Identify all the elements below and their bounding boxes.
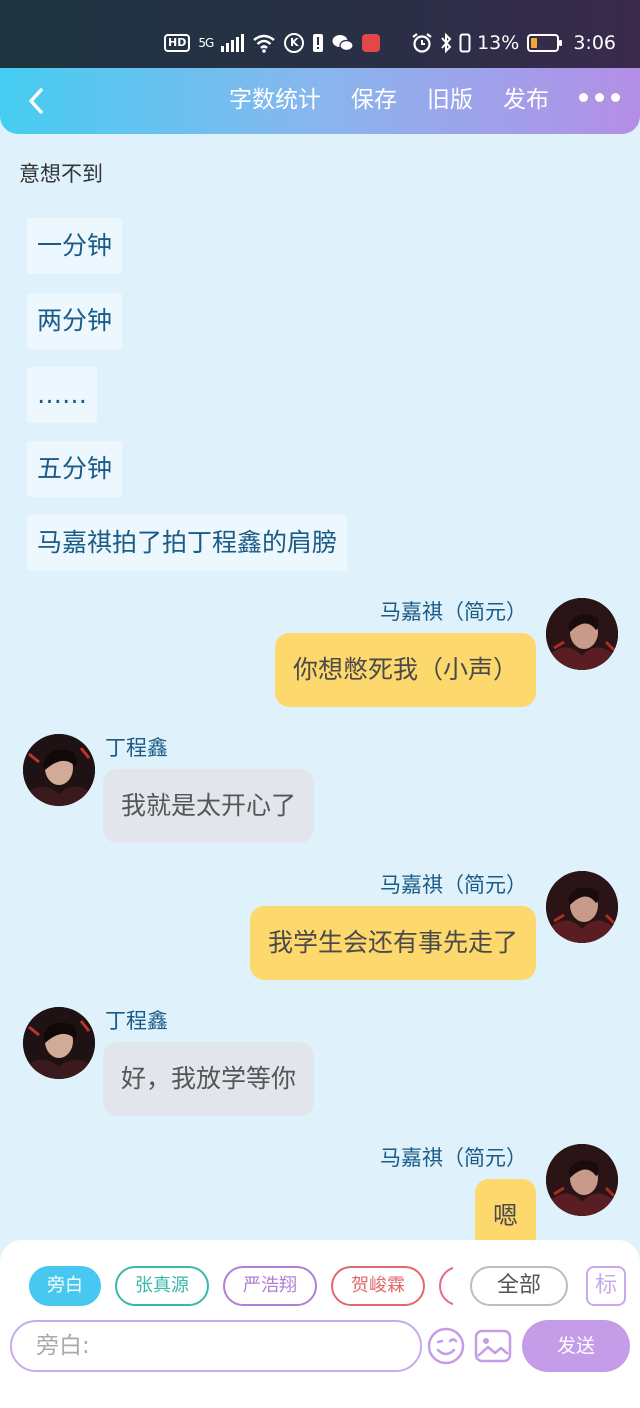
wechat-icon	[332, 35, 354, 52]
hd-indicator: HD	[164, 34, 191, 52]
mark-button[interactable]: 标	[586, 1266, 626, 1306]
save-button[interactable]: 保存	[351, 80, 397, 114]
signal-icon	[221, 34, 245, 52]
role-chip-more[interactable]	[439, 1266, 453, 1306]
publish-button[interactable]: 发布	[503, 80, 549, 114]
chat-bubble[interactable]: 你想憋死我（小声）	[274, 633, 536, 707]
message-input[interactable]: 旁白:	[10, 1320, 422, 1372]
speaker-name: 马嘉祺（简元）	[380, 873, 527, 897]
narration-line[interactable]: 马嘉祺拍了拍丁程鑫的肩膀	[27, 515, 348, 571]
word-count-button[interactable]: 字数统计	[229, 80, 321, 114]
wifi-icon	[253, 34, 276, 53]
narration-line[interactable]: 五分钟	[27, 441, 123, 497]
emoji-icon[interactable]	[426, 1326, 466, 1366]
chat-bubble[interactable]: 嗯	[474, 1179, 536, 1240]
all-roles-button[interactable]: 全部	[470, 1266, 568, 1306]
send-button[interactable]: 发送	[522, 1320, 630, 1372]
status-bar: HD 5G K 13% 3:06	[0, 0, 640, 68]
old-version-button[interactable]: 旧版	[427, 80, 473, 114]
vibrate-icon	[459, 33, 471, 53]
composer-panel: 旁白 张真源 严浩翔 贺峻霖 全部 标 旁白: 发送	[0, 1240, 640, 1408]
toolbar-actions: 字数统计 保存 旧版 发布	[199, 68, 620, 126]
avatar[interactable]	[23, 734, 95, 806]
speaker-name: 马嘉祺（简元）	[380, 600, 527, 624]
chat-bubble[interactable]: 好，我放学等你	[103, 1042, 315, 1116]
clock: 3:06	[573, 32, 616, 54]
top-toolbar: 字数统计 保存 旧版 发布	[0, 68, 640, 134]
chat-bubble[interactable]: 我学生会还有事先走了	[249, 906, 536, 980]
speaker-name: 马嘉祺（简元）	[380, 1146, 527, 1170]
story-content: 意想不到 一分钟 两分钟 …… 五分钟 马嘉祺拍了拍丁程鑫的肩膀 马嘉祺（简元）…	[0, 134, 640, 1240]
avatar[interactable]	[23, 1007, 95, 1079]
role-chip-yan[interactable]: 严浩翔	[223, 1266, 317, 1306]
narration-line[interactable]: 一分钟	[27, 218, 123, 274]
alarm-icon	[412, 33, 432, 53]
back-button[interactable]	[16, 76, 56, 126]
speaker-name: 丁程鑫	[105, 1009, 168, 1033]
avatar[interactable]	[546, 598, 618, 670]
k-app-icon: K	[284, 33, 305, 53]
status-icons: HD 5G K	[164, 30, 381, 56]
image-icon[interactable]	[473, 1326, 513, 1366]
chat-bubble[interactable]: 我就是太开心了	[103, 769, 315, 843]
role-chip-narrator[interactable]: 旁白	[29, 1266, 101, 1306]
role-chip-zhang[interactable]: 张真源	[115, 1266, 209, 1306]
status-right: 13% 3:06	[411, 30, 616, 56]
alert-icon	[313, 34, 324, 52]
avatar[interactable]	[546, 871, 618, 943]
notification-app-icon	[362, 34, 381, 52]
chevron-left-icon	[29, 88, 43, 114]
battery-percent: 13%	[477, 32, 520, 54]
battery-icon	[527, 34, 563, 52]
speaker-name: 丁程鑫	[105, 736, 168, 760]
intro-text: 意想不到	[19, 162, 103, 186]
network-type: 5G	[198, 36, 214, 50]
avatar[interactable]	[546, 1144, 618, 1216]
narration-line[interactable]: ……	[27, 367, 97, 423]
narration-line[interactable]: 两分钟	[27, 293, 123, 349]
role-selector: 旁白 张真源 严浩翔 贺峻霖	[29, 1266, 453, 1306]
bluetooth-icon	[441, 32, 452, 54]
role-chip-he[interactable]: 贺峻霖	[331, 1266, 425, 1306]
more-icon[interactable]	[579, 92, 620, 102]
